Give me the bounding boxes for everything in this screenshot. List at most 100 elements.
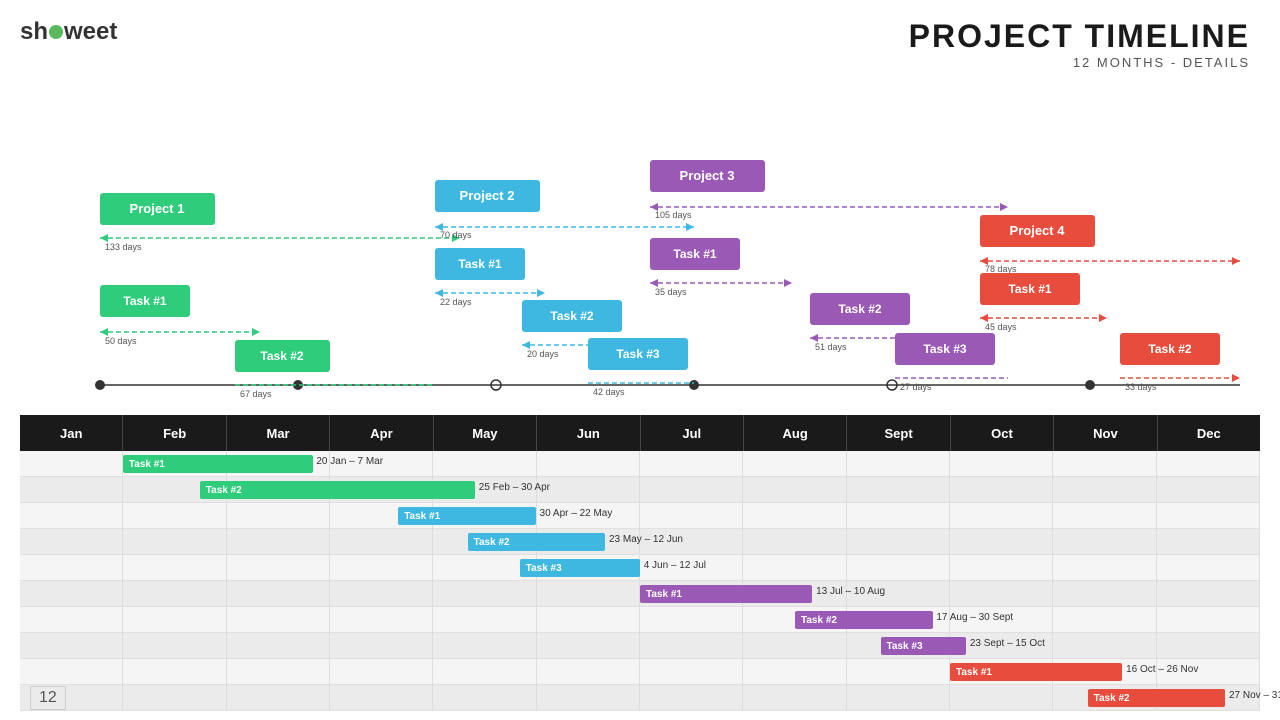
bg-cell	[123, 685, 226, 710]
bg-cell	[847, 451, 950, 476]
logo-text-before: sh	[20, 18, 48, 46]
svg-text:Task #3: Task #3	[616, 347, 659, 361]
task-row: Task #2 25 Feb – 30 Apr	[20, 477, 1260, 503]
svg-text:50 days: 50 days	[105, 336, 137, 346]
month-cell-jan: Jan	[20, 415, 123, 451]
logo-text-after: weet	[64, 18, 117, 46]
svg-text:Project 4: Project 4	[1010, 223, 1066, 238]
bg-cell	[950, 581, 1053, 606]
bg-cell	[640, 503, 743, 528]
bg-cell	[123, 529, 226, 554]
bg-cell	[847, 477, 950, 502]
task-bar: Task #1	[950, 663, 1122, 681]
bg-cell	[227, 529, 330, 554]
bg-cell	[433, 659, 536, 684]
bg-cell	[1053, 633, 1156, 658]
bg-cell	[640, 685, 743, 710]
task-row: Task #227 Nov – 31 Dec	[20, 685, 1260, 711]
task-date-label: 20 Jan – 7 Mar	[316, 456, 383, 467]
bg-cell	[20, 633, 123, 658]
svg-text:20 days: 20 days	[527, 349, 559, 359]
svg-text:Task #3: Task #3	[923, 342, 966, 356]
svg-text:78 days: 78 days	[985, 264, 1017, 274]
bg-cell	[330, 659, 433, 684]
task-bar: Task #2	[468, 533, 606, 551]
bg-cell	[537, 607, 640, 632]
svg-text:Task #1: Task #1	[458, 257, 501, 271]
bg-cell	[227, 503, 330, 528]
svg-text:Project 2: Project 2	[460, 188, 515, 203]
month-cell-apr: Apr	[330, 415, 433, 451]
svg-text:33 days: 33 days	[1125, 382, 1157, 392]
task-row: Task #323 Sept – 15 Oct	[20, 633, 1260, 659]
month-cell-aug: Aug	[744, 415, 847, 451]
bg-cell	[640, 633, 743, 658]
bg-cell	[847, 529, 950, 554]
bg-cell	[847, 555, 950, 580]
task-date-label: 27 Nov – 31 Dec	[1229, 690, 1280, 701]
bg-cell	[950, 477, 1053, 502]
task-date-label: 23 Sept – 15 Oct	[970, 638, 1045, 649]
bg-cell	[1157, 503, 1260, 528]
svg-text:Task #1: Task #1	[673, 247, 716, 261]
bg-cell	[537, 581, 640, 606]
bg-cell	[1053, 555, 1156, 580]
bg-cell	[640, 659, 743, 684]
bg-cell	[330, 607, 433, 632]
bg-cell	[1157, 581, 1260, 606]
bg-cell	[950, 529, 1053, 554]
bg-cell	[640, 607, 743, 632]
task-bar: Task #3	[520, 559, 640, 577]
bg-cell	[330, 685, 433, 710]
svg-text:Task #2: Task #2	[260, 349, 303, 363]
task-bar: Task #2	[1088, 689, 1226, 707]
bg-cell	[20, 607, 123, 632]
task-row: Task #113 Jul – 10 Aug	[20, 581, 1260, 607]
bg-cell	[1053, 581, 1156, 606]
svg-text:27 days: 27 days	[900, 382, 932, 392]
month-cell-jul: Jul	[641, 415, 744, 451]
month-cell-sept: Sept	[847, 415, 950, 451]
logo: sh weet	[20, 18, 117, 46]
svg-text:Project 1: Project 1	[130, 201, 185, 216]
task-bar: Task #2	[200, 481, 475, 499]
page-number: 12	[30, 686, 66, 710]
month-cell-oct: Oct	[951, 415, 1054, 451]
bg-cell	[743, 659, 846, 684]
gantt-top-chart: Project 1 133 days Task #1 50 days Task …	[20, 75, 1260, 415]
task-date-label: 25 Feb – 30 Apr	[479, 482, 550, 493]
task-date-label: 17 Aug – 30 Sept	[936, 612, 1013, 623]
svg-text:Task #2: Task #2	[838, 302, 881, 316]
bg-cell	[227, 555, 330, 580]
task-row: Task #120 Jan – 7 Mar	[20, 451, 1260, 477]
svg-text:22 days: 22 days	[440, 297, 472, 307]
logo-dot-icon	[49, 25, 63, 39]
bg-cell	[743, 451, 846, 476]
svg-text:70 days: 70 days	[440, 230, 472, 240]
bg-cell	[20, 451, 123, 476]
bg-cell	[743, 477, 846, 502]
page-title: Project Timeline	[909, 18, 1250, 55]
bg-cell	[743, 503, 846, 528]
bg-cell	[1053, 477, 1156, 502]
bg-cell	[20, 555, 123, 580]
bg-cell	[330, 555, 433, 580]
bg-cell	[20, 581, 123, 606]
svg-text:Project 3: Project 3	[680, 168, 735, 183]
svg-text:Task #1: Task #1	[1008, 282, 1051, 296]
bg-cell	[227, 633, 330, 658]
bg-cell	[20, 477, 123, 502]
bg-cell	[537, 451, 640, 476]
bg-cell	[1053, 451, 1156, 476]
bg-cell	[123, 607, 226, 632]
month-cell-nov: Nov	[1054, 415, 1157, 451]
bg-cell	[1157, 451, 1260, 476]
svg-text:105 days: 105 days	[655, 210, 692, 220]
task-bar: Task #1	[640, 585, 812, 603]
bg-cell	[1157, 607, 1260, 632]
bg-cell	[1053, 607, 1156, 632]
bg-cell	[537, 477, 640, 502]
svg-text:42 days: 42 days	[593, 387, 625, 397]
svg-text:51 days: 51 days	[815, 342, 847, 352]
bg-cell	[537, 633, 640, 658]
